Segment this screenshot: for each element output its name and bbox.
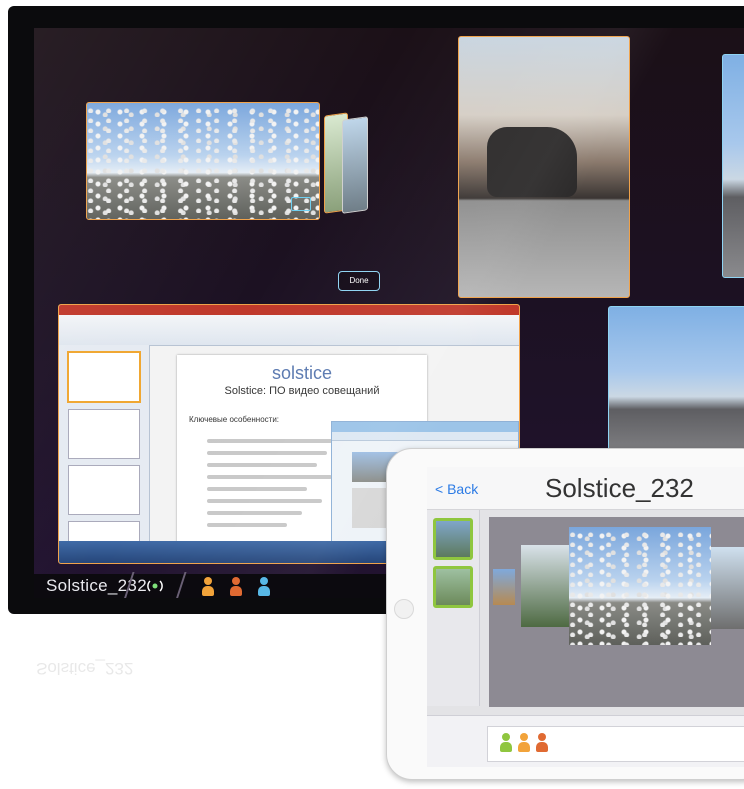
participant-icon[interactable] [536,733,548,752]
ppt-ribbon[interactable] [59,305,519,346]
statue [487,127,577,197]
participant-icon[interactable] [500,733,512,752]
slide-subheading: Ключевые особенности: [189,415,280,424]
bullet-line [207,511,302,515]
broadcast-icon[interactable] [146,577,164,595]
participant-icon[interactable] [518,733,530,752]
done-button[interactable]: Done [338,271,380,291]
video-camera-icon [291,197,311,211]
bullet-line [207,463,317,467]
back-button[interactable]: < Back [435,481,478,497]
stacked-media-2[interactable] [342,116,368,214]
canvas-item[interactable] [493,569,515,605]
tablet-screen: < Back Solstice_232 [427,467,744,767]
street-photo-window[interactable] [458,36,630,298]
canvas-video[interactable] [569,527,711,645]
canvas-item[interactable] [521,545,571,627]
separator [175,572,187,598]
bullet-line [207,439,337,443]
bullet-line [207,475,332,479]
participant-icon[interactable] [230,577,242,596]
tablet-media-thumb[interactable] [433,566,473,608]
tablet-participants-bar [487,726,744,762]
slide-thumb[interactable] [68,409,140,459]
tablet-footer [427,715,744,767]
slide-logo: solstice [271,363,333,383]
tablet-device: < Back Solstice_232 [386,448,744,780]
display-reflection: Solstice_232 [30,640,410,690]
tablet-media-thumb[interactable] [433,518,473,560]
tablet-canvas[interactable] [489,517,744,707]
slide-thumb[interactable] [68,465,140,515]
tablet-media-sidebar[interactable] [427,510,480,706]
tablet-nav-bar: < Back Solstice_232 [427,467,744,510]
bullet-line [207,451,327,455]
slide-thumb[interactable] [67,351,141,403]
right-photo-window[interactable] [722,54,744,278]
ppt-slide-pane[interactable] [59,345,150,563]
participant-icon[interactable] [258,577,270,596]
home-button[interactable] [394,599,414,619]
bullet-line [207,523,287,527]
tablet-room-title: Solstice_232 [545,473,694,503]
participant-icon[interactable] [202,577,214,596]
slide-heading: Solstice: ПО видео совещаний [224,385,380,397]
canvas-item[interactable] [711,547,744,629]
video-window[interactable] [86,102,320,220]
bullet-line [207,499,322,503]
bullet-line [207,487,307,491]
embankment-photo-window[interactable] [608,306,744,468]
reflected-room-name: Solstice_232 [36,659,134,678]
